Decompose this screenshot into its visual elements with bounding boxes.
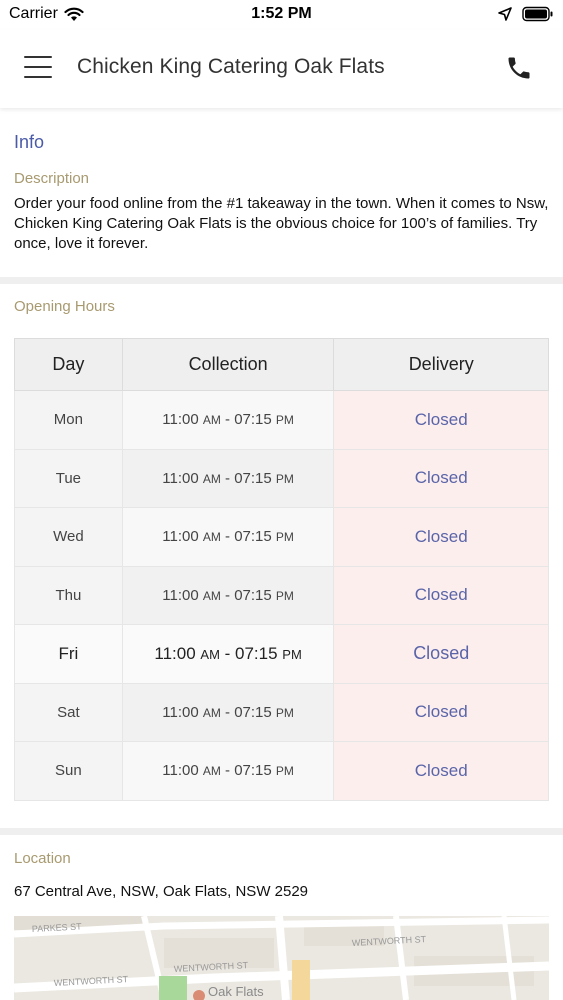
day-cell: Tue	[14, 448, 123, 508]
table-row: Sat 11:00 AM - 07:15 PM Closed	[14, 682, 549, 742]
close-time: 07:15	[234, 528, 272, 546]
close-time: 07:15	[234, 586, 272, 604]
ampm-label: PM	[275, 471, 294, 486]
table-row: Wed 11:00 AM - 07:15 PM Closed	[14, 507, 549, 567]
collection-hours-cell: 11:00 AM - 07:15 PM	[121, 682, 335, 742]
open-time: 11:00	[162, 411, 199, 429]
day-cell: Sat	[14, 682, 123, 742]
status-time: 1:52 PM	[251, 5, 312, 22]
collection-hours-cell: 11:00 AM - 07:15 PM	[121, 448, 335, 508]
collection-hours-cell: 11:00 AM - 07:15 PM	[121, 741, 335, 801]
table-row: Mon 11:00 AM - 07:15 PM Closed	[14, 390, 549, 450]
section-divider	[0, 277, 563, 284]
close-time: 07:15	[235, 643, 278, 663]
map-place-label: Oak Flats	[208, 984, 264, 999]
section-divider	[0, 828, 563, 835]
ampm-label: PM	[275, 413, 294, 428]
open-time: 11:00	[162, 469, 199, 487]
ampm-label: AM	[200, 646, 220, 662]
battery-icon	[522, 6, 553, 22]
collection-hours-cell: 11:00 AM - 07:15 PM	[121, 565, 335, 625]
description-text: Order your food online from the #1 takea…	[14, 195, 549, 252]
column-header-collection: Collection	[121, 338, 335, 391]
table-header-row: Day Collection Delivery	[14, 338, 549, 391]
column-header-delivery: Delivery	[333, 338, 549, 391]
column-header-day: Day	[14, 338, 123, 391]
ampm-label: PM	[275, 705, 294, 720]
ampm-label: AM	[202, 588, 221, 603]
phone-icon[interactable]	[505, 54, 533, 82]
table-row: Tue 11:00 AM - 07:15 PM Closed	[14, 448, 549, 508]
table-row: Sun 11:00 AM - 07:15 PM Closed	[14, 741, 549, 801]
description-label: Description	[14, 170, 90, 187]
collection-hours-cell: 11:00 AM - 07:15 PM	[121, 390, 335, 450]
delivery-status-cell: Closed	[333, 507, 549, 567]
table-row: Fri 11:00 AM - 07:15 PM Closed	[14, 624, 549, 684]
ampm-label: PM	[282, 646, 302, 662]
day-cell: Sun	[14, 741, 123, 801]
delivery-status-cell: Closed	[333, 741, 549, 801]
location-arrow-icon	[498, 7, 512, 21]
page-title: Chicken King Catering Oak Flats	[77, 55, 385, 78]
close-time: 07:15	[234, 469, 272, 487]
ampm-label: AM	[202, 413, 221, 428]
close-time: 07:15	[234, 411, 272, 429]
open-time: 11:00	[162, 762, 199, 780]
delivery-status-cell: Closed	[333, 565, 549, 625]
map-graphic: PARKES ST WENTWORTH ST WENTWORTH ST WENT…	[14, 916, 549, 1000]
opening-hours-body: Mon 11:00 AM - 07:15 PM Closed Tue 11:00 AM …	[14, 390, 549, 801]
location-map[interactable]: PARKES ST WENTWORTH ST WENTWORTH ST WENT…	[14, 916, 549, 1000]
ampm-label: PM	[275, 530, 294, 545]
delivery-status-cell: Closed	[333, 448, 549, 508]
delivery-status-cell: Closed	[333, 624, 549, 684]
collection-hours-cell: 11:00 AM - 07:15 PM	[121, 507, 335, 567]
ampm-label: AM	[202, 471, 221, 486]
open-time: 11:00	[154, 643, 196, 663]
info-heading: Info	[14, 132, 45, 152]
close-time: 07:15	[234, 703, 272, 721]
open-time: 11:00	[162, 528, 199, 546]
ampm-label: AM	[202, 764, 221, 779]
ampm-label: PM	[275, 588, 294, 603]
close-time: 07:15	[234, 762, 272, 780]
ampm-label: PM	[275, 764, 294, 779]
hamburger-menu-icon[interactable]	[24, 56, 52, 78]
collection-hours-cell: 11:00 AM - 07:15 PM	[121, 624, 335, 684]
day-cell: Thu	[14, 565, 123, 625]
day-cell: Mon	[14, 390, 123, 450]
opening-hours-table: Day Collection Delivery Mon 11:00 AM - 07…	[14, 338, 549, 801]
ampm-label: AM	[202, 530, 221, 545]
open-time: 11:00	[162, 586, 199, 604]
status-bar: Carrier 1:52 PM	[0, 0, 563, 30]
open-time: 11:00	[162, 703, 199, 721]
status-right	[498, 6, 554, 22]
delivery-status-cell: Closed	[333, 682, 549, 742]
app-header: Chicken King Catering Oak Flats	[0, 30, 563, 108]
ampm-label: AM	[202, 705, 221, 720]
day-cell: Fri	[14, 624, 123, 684]
table-row: Thu 11:00 AM - 07:15 PM Closed	[14, 565, 549, 625]
address-text: 67 Central Ave, NSW, Oak Flats, NSW 2529	[14, 883, 309, 900]
day-cell: Wed	[14, 507, 123, 567]
opening-hours-label: Opening Hours	[14, 298, 115, 315]
location-label: Location	[14, 850, 71, 867]
delivery-status-cell: Closed	[333, 390, 549, 450]
